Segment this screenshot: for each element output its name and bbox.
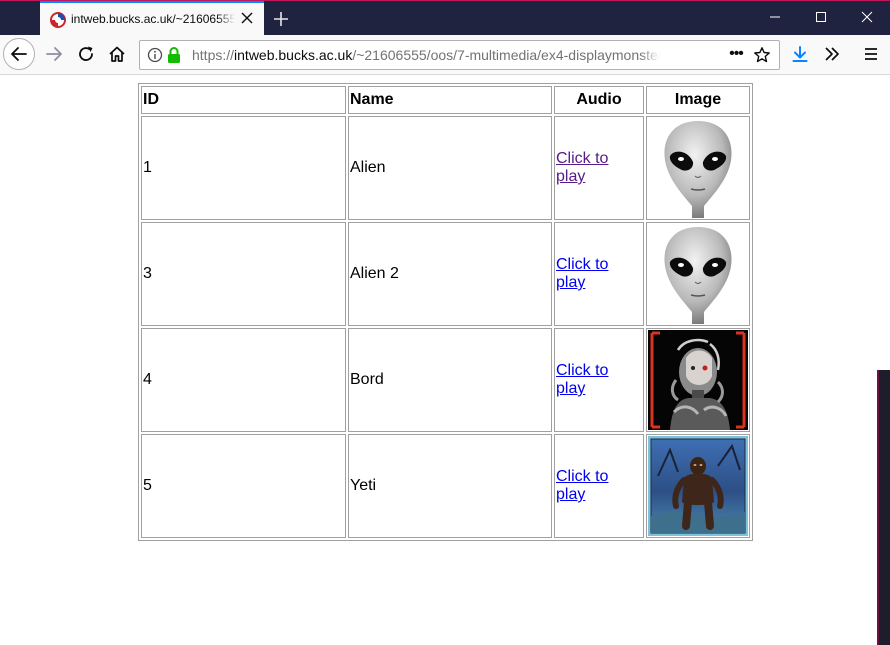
cell-audio: Click to play (554, 116, 644, 220)
reload-icon (79, 46, 93, 61)
cell-name: Yeti (348, 434, 552, 538)
bookmark-star-icon[interactable] (753, 46, 771, 64)
alien-image[interactable] (648, 118, 748, 218)
header-id: ID (141, 86, 346, 114)
cell-audio: Click to play (554, 222, 644, 326)
cell-image (646, 116, 750, 220)
home-button[interactable] (103, 40, 131, 68)
play-audio-link[interactable]: Click to play (556, 362, 608, 397)
info-icon[interactable] (147, 47, 163, 63)
home-icon (109, 46, 125, 62)
alien-image[interactable] (648, 224, 748, 324)
forward-arrow-icon (46, 47, 62, 61)
forward-button[interactable] (40, 40, 68, 68)
hamburger-icon (865, 48, 877, 60)
cell-name: Alien 2 (348, 222, 552, 326)
close-window-icon[interactable] (844, 1, 890, 36)
url-text[interactable]: https://intweb.bucks.ac.uk/~21606555/oos… (192, 47, 660, 63)
monster-table: ID Name Audio Image 1 Alien Click to pla… (138, 83, 753, 541)
play-audio-link[interactable]: Click to play (556, 468, 608, 503)
borg-image[interactable] (648, 330, 748, 430)
table-row: 3 Alien 2 Click to play (141, 222, 750, 326)
minimize-icon[interactable] (752, 1, 798, 36)
cell-id: 1 (141, 116, 346, 220)
downloads-button[interactable] (786, 40, 814, 68)
hamburger-menu-button[interactable] (857, 40, 885, 68)
header-audio: Audio (554, 86, 644, 114)
cell-id: 4 (141, 328, 346, 432)
cell-image (646, 434, 750, 538)
title-bar: intweb.bucks.ac.uk/~21606555/oos/7-multi… (0, 0, 890, 36)
browser-tab[interactable]: intweb.bucks.ac.uk/~21606555/oos/7-multi… (40, 1, 264, 36)
cell-id: 5 (141, 434, 346, 538)
play-audio-link[interactable]: Click to play (556, 256, 608, 291)
cell-name: Bord (348, 328, 552, 432)
cell-image (646, 328, 750, 432)
tab-close-icon[interactable] (238, 11, 256, 29)
overflow-menu-button[interactable] (818, 40, 846, 68)
new-tab-icon[interactable] (269, 7, 293, 31)
download-icon (792, 46, 808, 62)
navigation-bar: https://intweb.bucks.ac.uk/~21606555/oos… (0, 35, 890, 75)
back-button[interactable] (3, 38, 35, 70)
header-name: Name (348, 86, 552, 114)
tab-title: intweb.bucks.ac.uk/~21606555/oos/7-multi… (71, 12, 235, 26)
reload-button[interactable] (72, 40, 100, 68)
cell-audio: Click to play (554, 434, 644, 538)
table-row: 5 Yeti Click to play (141, 434, 750, 538)
cell-image (646, 222, 750, 326)
maximize-icon[interactable] (798, 1, 844, 36)
play-audio-link[interactable]: Click to play (556, 150, 608, 185)
cell-name: Alien (348, 116, 552, 220)
table-row: 1 Alien Click to play (141, 116, 750, 220)
page-actions-icon[interactable]: ••• (725, 45, 747, 65)
back-arrow-icon (11, 47, 27, 61)
yeti-image[interactable] (648, 436, 748, 536)
url-bar[interactable]: https://intweb.bucks.ac.uk/~21606555/oos… (139, 40, 780, 70)
header-image: Image (646, 86, 750, 114)
background-window-edge (877, 370, 890, 645)
table-row: 4 Bord Click to play (141, 328, 750, 432)
table-header-row: ID Name Audio Image (141, 86, 750, 114)
chevron-double-right-icon (825, 47, 839, 61)
page-content: ID Name Audio Image 1 Alien Click to pla… (0, 75, 890, 645)
site-favicon-icon (50, 12, 66, 28)
lock-icon[interactable] (167, 46, 181, 64)
cell-id: 3 (141, 222, 346, 326)
cell-audio: Click to play (554, 328, 644, 432)
